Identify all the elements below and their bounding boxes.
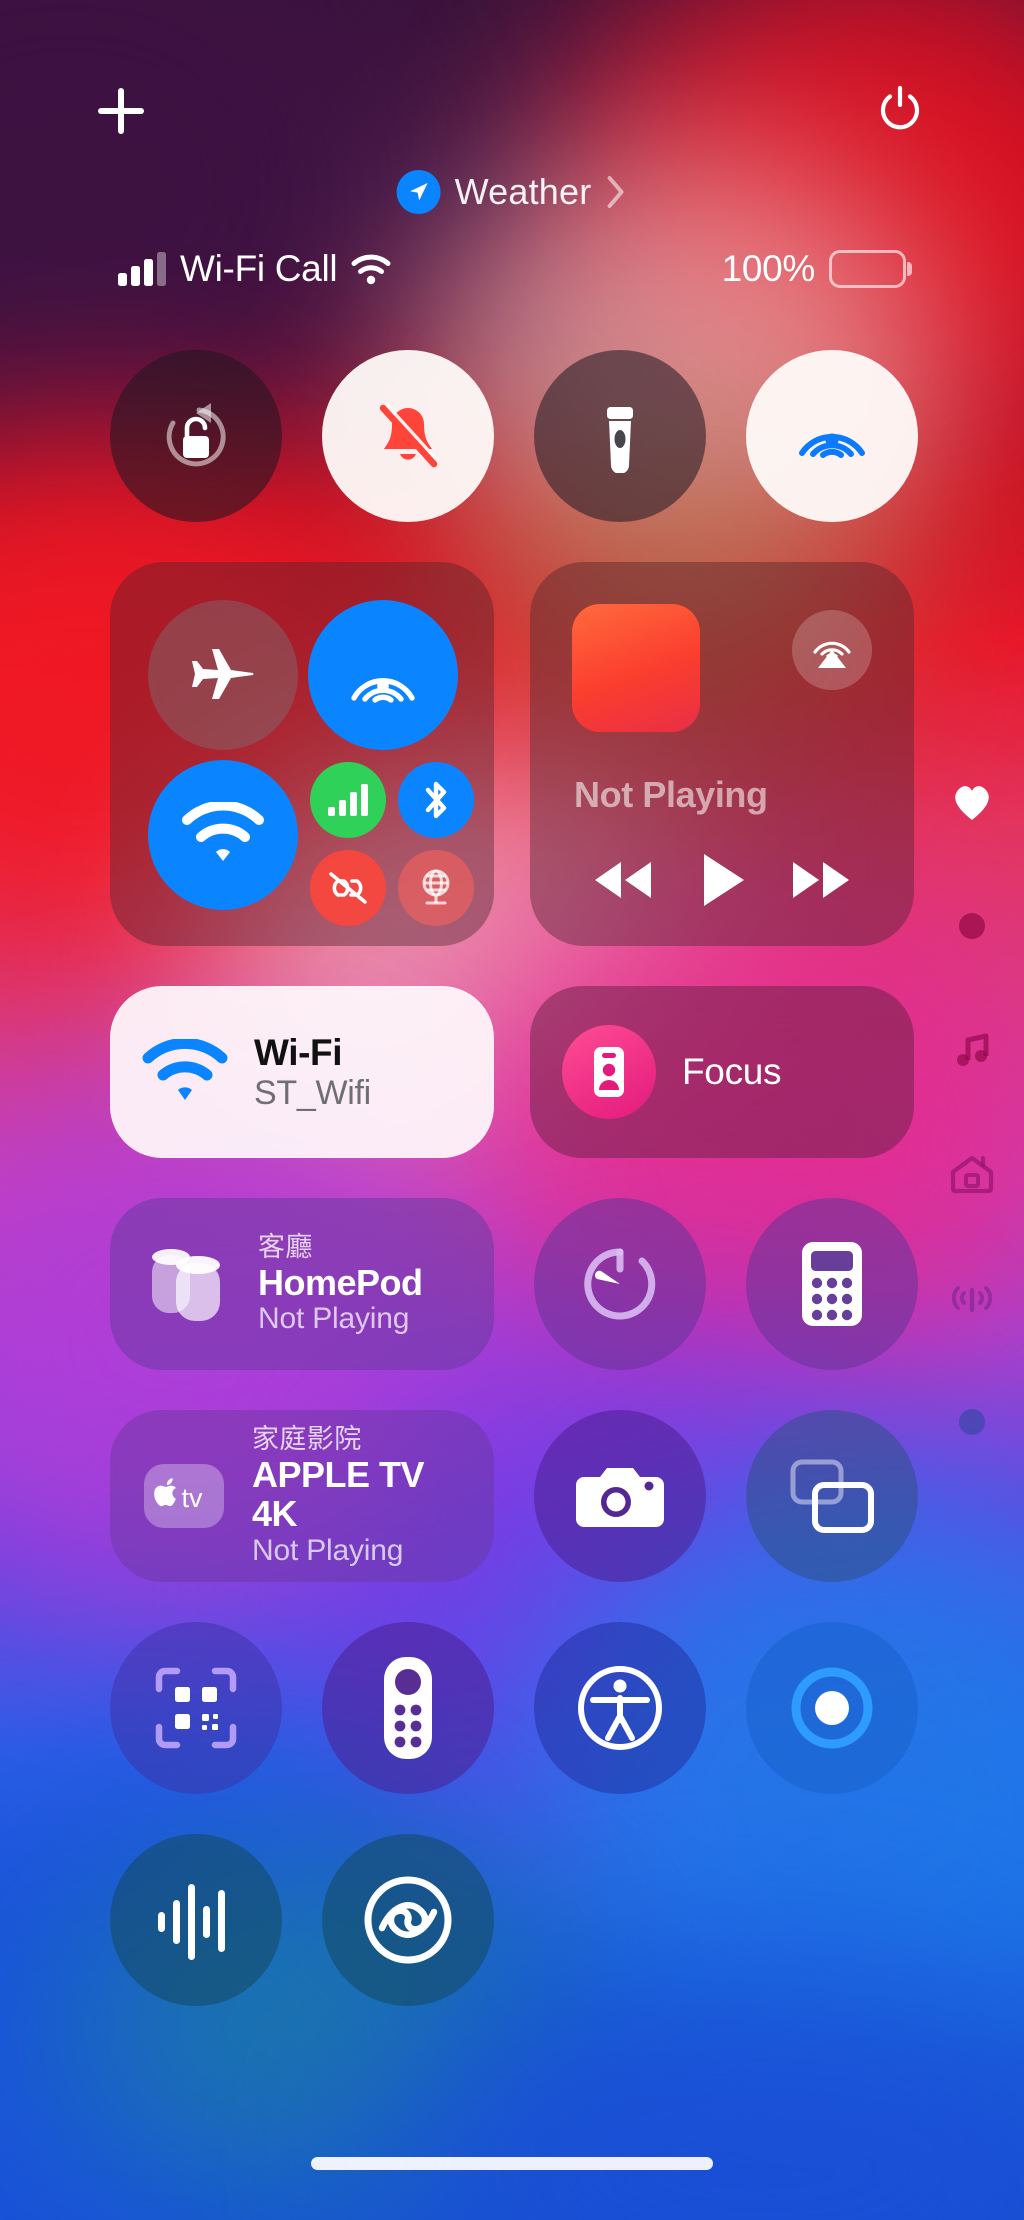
wifi-icon <box>142 1039 228 1105</box>
apple-tv-remote-button[interactable] <box>322 1622 494 1794</box>
toggle-row-1 <box>0 350 1024 562</box>
apple-tv-room: 家庭影院 <box>252 1424 362 1455</box>
album-art-placeholder <box>572 604 700 732</box>
page-dot-home[interactable] <box>920 1112 1024 1236</box>
apple-tv-status: Not Playing <box>252 1533 404 1567</box>
battery-icon <box>829 250 906 288</box>
homepod-icon <box>140 1237 234 1331</box>
home-indicator[interactable] <box>311 2157 713 2170</box>
cellular-signal-icon <box>118 252 166 286</box>
appletv-shortcut-row: tv 家庭影院 APPLE TV 4K Not Playing <box>0 1410 1024 1622</box>
page-indicator-rail <box>920 740 1024 1484</box>
timer-button[interactable] <box>534 1198 706 1370</box>
stage-manager-button[interactable] <box>746 1410 918 1582</box>
weather-status-chip[interactable]: Weather <box>396 170 628 214</box>
airplay-audio-icon[interactable] <box>792 610 872 690</box>
personal-hotspot-toggle[interactable] <box>310 850 386 926</box>
svg-text:tv: tv <box>181 1483 203 1513</box>
airplane-mode-toggle[interactable] <box>148 600 298 750</box>
status-bar-left: Wi-Fi Call <box>118 238 391 300</box>
focus-tile[interactable]: Focus <box>530 986 914 1158</box>
wifi-icon <box>351 253 391 285</box>
wifi-tile[interactable]: Wi-Fi ST_Wifi <box>110 986 494 1158</box>
homepod-tile[interactable]: 客廳 HomePod Not Playing <box>110 1198 494 1370</box>
page-dot-extra[interactable] <box>920 1360 1024 1484</box>
page-dot-secondary[interactable] <box>920 864 1024 988</box>
add-control-button[interactable] <box>98 88 144 134</box>
apple-tv-device: APPLE TV 4K <box>252 1453 425 1535</box>
silent-mode-toggle[interactable] <box>322 350 494 522</box>
control-center-topbar: Weather <box>0 40 1024 214</box>
focus-tile-title: Focus <box>682 1051 782 1093</box>
focus-badge-icon <box>562 1025 656 1119</box>
toggle-row-6 <box>0 1622 1024 1834</box>
now-playing-module: Not Playing <box>530 562 914 946</box>
fast-forward-button[interactable] <box>788 857 854 903</box>
homepod-status: Not Playing <box>258 1302 410 1336</box>
accessibility-button[interactable] <box>534 1622 706 1794</box>
connectivity-module <box>110 562 494 946</box>
chevron-right-icon <box>605 173 627 211</box>
play-button[interactable] <box>696 850 748 910</box>
toggle-row-7 <box>0 1834 1024 2046</box>
media-transport-controls <box>530 850 914 910</box>
rewind-button[interactable] <box>590 857 656 903</box>
page-dot-music[interactable] <box>920 988 1024 1112</box>
rotation-lock-toggle[interactable] <box>110 350 282 522</box>
cellular-data-toggle[interactable] <box>310 762 386 838</box>
control-grid: Not Playing Wi-Fi ST_Wifi Focus 客廳 HomeP… <box>0 350 1024 2046</box>
wifi-tile-title: Wi-Fi <box>254 1032 343 1074</box>
vpn-toggle[interactable] <box>398 850 474 926</box>
module-row: Not Playing <box>0 562 1024 986</box>
code-scanner-button[interactable] <box>110 1622 282 1794</box>
calculator-button[interactable] <box>746 1198 918 1370</box>
battery-percent-label: 100% <box>721 248 816 289</box>
location-arrow-icon <box>396 170 441 214</box>
now-playing-status: Not Playing <box>574 774 768 815</box>
apple-tv-tile[interactable]: tv 家庭影院 APPLE TV 4K Not Playing <box>110 1410 494 1582</box>
homepod-device: HomePod <box>258 1261 423 1303</box>
weather-label: Weather <box>454 171 592 212</box>
homepod-shortcut-row: 客廳 HomePod Not Playing <box>0 1198 1024 1410</box>
screen-recording-button[interactable] <box>746 1622 918 1794</box>
bluetooth-toggle[interactable] <box>398 762 474 838</box>
voice-memos-button[interactable] <box>110 1834 282 2006</box>
status-bar: Wi-Fi Call 100% <box>0 238 1024 300</box>
wifi-focus-row: Wi-Fi ST_Wifi Focus <box>0 986 1024 1198</box>
page-dot-connectivity[interactable] <box>920 1236 1024 1360</box>
status-bar-right: 100% <box>722 238 906 300</box>
screen-mirroring-toggle[interactable] <box>746 350 918 522</box>
shazam-button[interactable] <box>322 1834 494 2006</box>
flashlight-toggle[interactable] <box>534 350 706 522</box>
homepod-room: 客廳 <box>258 1231 313 1262</box>
airdrop-toggle[interactable] <box>308 600 458 750</box>
page-dot-favorites[interactable] <box>920 740 1024 864</box>
carrier-label: Wi-Fi Call <box>180 248 338 289</box>
camera-button[interactable] <box>534 1410 706 1582</box>
apple-tv-logo: tv <box>140 1452 228 1540</box>
wifi-network-name: ST_Wifi <box>254 1073 371 1112</box>
wifi-toggle[interactable] <box>148 760 298 910</box>
power-button[interactable] <box>876 84 924 132</box>
